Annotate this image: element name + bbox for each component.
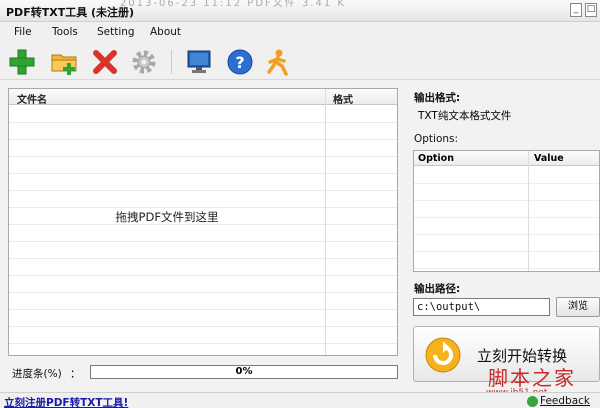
app-window: 2013-06-23 11:12 PDF文件 3.41 K PDF转TXT工具 … bbox=[0, 0, 600, 408]
monitor-icon bbox=[187, 50, 211, 73]
file-list-header: 文件名 格式 bbox=[9, 89, 397, 106]
gear-icon bbox=[132, 50, 156, 74]
watermark-text: 脚本之家 bbox=[488, 366, 576, 390]
display-button[interactable] bbox=[185, 48, 213, 76]
column-header-format[interactable]: 格式 bbox=[333, 91, 353, 106]
settings-button[interactable] bbox=[130, 48, 158, 76]
refresh-icon bbox=[425, 337, 461, 373]
browse-button[interactable]: 浏览 bbox=[556, 297, 600, 317]
output-format-label: 输出格式: bbox=[414, 92, 461, 104]
status-bar: 立刻注册PDF转TXT工具! Feedback bbox=[0, 392, 600, 408]
options-label: Options: bbox=[414, 133, 459, 145]
svg-text:?: ? bbox=[235, 53, 244, 72]
options-table-header: Option Value bbox=[414, 151, 599, 166]
menu-setting[interactable]: Setting bbox=[97, 26, 135, 38]
register-link[interactable]: 立刻注册PDF转TXT工具! bbox=[4, 395, 128, 408]
title-bar: 2013-06-23 11:12 PDF文件 3.41 K PDF转TXT工具 … bbox=[0, 0, 600, 22]
minimize-button[interactable]: _ bbox=[570, 3, 582, 17]
menu-file[interactable]: File bbox=[14, 26, 32, 38]
add-folder-button[interactable] bbox=[50, 48, 78, 76]
column-divider bbox=[325, 89, 326, 355]
title-bar-ghost-text: 2013-06-23 11:12 PDF文件 3.41 K bbox=[120, 0, 346, 9]
progress-text: 0% bbox=[235, 366, 253, 377]
folder-add-icon bbox=[51, 54, 77, 75]
output-path-input[interactable]: c:\output\ bbox=[413, 298, 550, 316]
toolbar: ? bbox=[0, 42, 600, 80]
help-button[interactable]: ? bbox=[226, 48, 254, 76]
progress-colon: ： bbox=[70, 368, 81, 380]
remove-file-button[interactable] bbox=[91, 48, 119, 76]
output-path-label: 输出路径: bbox=[414, 283, 461, 295]
window-title: PDF转TXT工具 (未注册) bbox=[6, 6, 135, 19]
help-icon: ? bbox=[227, 49, 253, 75]
options-column-divider bbox=[528, 151, 529, 271]
column-header-value[interactable]: Value bbox=[534, 153, 564, 164]
add-file-button[interactable] bbox=[8, 48, 36, 76]
feedback-icon bbox=[527, 396, 538, 407]
column-header-filename[interactable]: 文件名 bbox=[17, 91, 47, 106]
plus-icon bbox=[9, 49, 35, 75]
menu-about[interactable]: About bbox=[150, 26, 181, 38]
drop-hint: 拖拽PDF文件到这里 bbox=[115, 210, 219, 224]
close-icon bbox=[93, 50, 117, 74]
output-format-value: TXT纯文本格式文件 bbox=[418, 110, 512, 122]
progress-label: 进度条(%) bbox=[12, 368, 62, 380]
toolbar-separator bbox=[171, 50, 172, 74]
menu-tools[interactable]: Tools bbox=[52, 26, 78, 38]
options-table[interactable]: Option Value bbox=[413, 150, 600, 272]
progress-bar: 0% bbox=[90, 365, 398, 379]
file-list[interactable]: 文件名 格式 拖拽PDF文件到这里 bbox=[8, 88, 398, 356]
runner-icon bbox=[267, 49, 288, 76]
run-button[interactable] bbox=[264, 48, 292, 76]
file-list-rows bbox=[9, 106, 397, 355]
feedback-link[interactable]: Feedback bbox=[540, 395, 590, 407]
menu-bar: File Tools Setting About bbox=[0, 22, 600, 42]
column-header-option[interactable]: Option bbox=[418, 153, 454, 164]
options-table-rows bbox=[414, 167, 599, 271]
maximize-button[interactable]: □ bbox=[585, 3, 597, 17]
